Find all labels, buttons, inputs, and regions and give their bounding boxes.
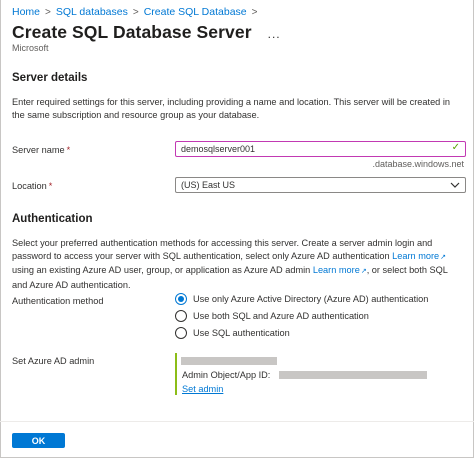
check-icon: ✓ bbox=[451, 142, 460, 153]
radio-button-checked[interactable] bbox=[175, 293, 187, 305]
breadcrumb-separator: > bbox=[45, 6, 51, 18]
ok-button[interactable]: OK bbox=[12, 433, 65, 448]
radio-azure-ad-only[interactable]: Use only Azure Active Directory (Azure A… bbox=[175, 293, 428, 305]
more-options-icon[interactable]: ... bbox=[268, 27, 281, 41]
required-marker: * bbox=[48, 181, 53, 191]
location-select[interactable]: (US) East US bbox=[175, 177, 466, 193]
breadcrumb: Home > SQL databases > Create SQL Databa… bbox=[12, 6, 262, 18]
set-admin-link[interactable]: Set admin bbox=[182, 384, 223, 394]
redacted-object-id bbox=[279, 371, 427, 379]
radio-label: Use both SQL and Azure AD authentication bbox=[193, 311, 369, 321]
authentication-method-label: Authentication method bbox=[12, 296, 104, 306]
radio-button[interactable] bbox=[175, 327, 187, 339]
admin-object-id-label: Admin Object/App ID: bbox=[182, 370, 270, 380]
redacted-admin-name bbox=[181, 357, 277, 365]
breadcrumb-sql-databases[interactable]: SQL databases bbox=[56, 6, 128, 18]
title-row: Create SQL Database Server ... bbox=[12, 22, 281, 43]
learn-more-link-1[interactable]: Learn more↗ bbox=[392, 251, 446, 261]
admin-object-id-text: Admin Object/App ID: bbox=[182, 370, 271, 380]
server-name-label: Server name * bbox=[12, 145, 70, 155]
authentication-heading: Authentication bbox=[12, 213, 93, 225]
radio-button[interactable] bbox=[175, 310, 187, 322]
learn-more-link-2-text: Learn more bbox=[312, 265, 360, 276]
location-label-text: Location bbox=[12, 181, 47, 191]
chevron-down-icon bbox=[450, 182, 460, 188]
breadcrumb-create-sql-database[interactable]: Create SQL Database bbox=[144, 6, 247, 18]
breadcrumb-home[interactable]: Home bbox=[12, 6, 40, 18]
azure-ad-admin-panel: Admin Object/App ID: Set admin bbox=[175, 353, 435, 395]
server-details-description: Enter required settings for this server,… bbox=[12, 97, 450, 120]
breadcrumb-separator: > bbox=[251, 6, 258, 18]
footer-divider bbox=[0, 421, 474, 422]
breadcrumb-separator: > bbox=[132, 6, 139, 18]
radio-sql-and-azure-ad[interactable]: Use both SQL and Azure AD authentication bbox=[175, 310, 369, 322]
learn-more-link-1-text: Learn more bbox=[392, 250, 440, 261]
external-link-icon: ↗ bbox=[440, 253, 446, 261]
authentication-description: Select your preferred authentication met… bbox=[12, 237, 464, 291]
server-name-label-text: Server name bbox=[12, 145, 65, 155]
radio-label: Use SQL authentication bbox=[193, 328, 290, 338]
server-name-suffix: .database.windows.net bbox=[372, 159, 464, 169]
publisher-label: Microsoft bbox=[12, 43, 49, 53]
page-title: Create SQL Database Server bbox=[12, 22, 252, 42]
auth-desc-part2: using an existing Azure AD user, group, … bbox=[12, 265, 311, 276]
radio-label: Use only Azure Active Directory (Azure A… bbox=[193, 294, 429, 304]
learn-more-link-2[interactable]: Learn more↗ bbox=[313, 265, 367, 275]
set-azure-ad-admin-label: Set Azure AD admin bbox=[12, 356, 95, 366]
server-name-input[interactable]: demosqlserver001 ✓ bbox=[175, 141, 466, 157]
location-label: Location * bbox=[12, 181, 52, 191]
location-value: (US) East US bbox=[181, 180, 236, 190]
server-details-heading: Server details bbox=[12, 72, 88, 84]
required-marker: * bbox=[66, 145, 71, 155]
server-name-value: demosqlserver001 bbox=[181, 144, 256, 154]
radio-sql-only[interactable]: Use SQL authentication bbox=[175, 327, 290, 339]
auth-desc-part1: Select your preferred authentication met… bbox=[12, 238, 433, 261]
